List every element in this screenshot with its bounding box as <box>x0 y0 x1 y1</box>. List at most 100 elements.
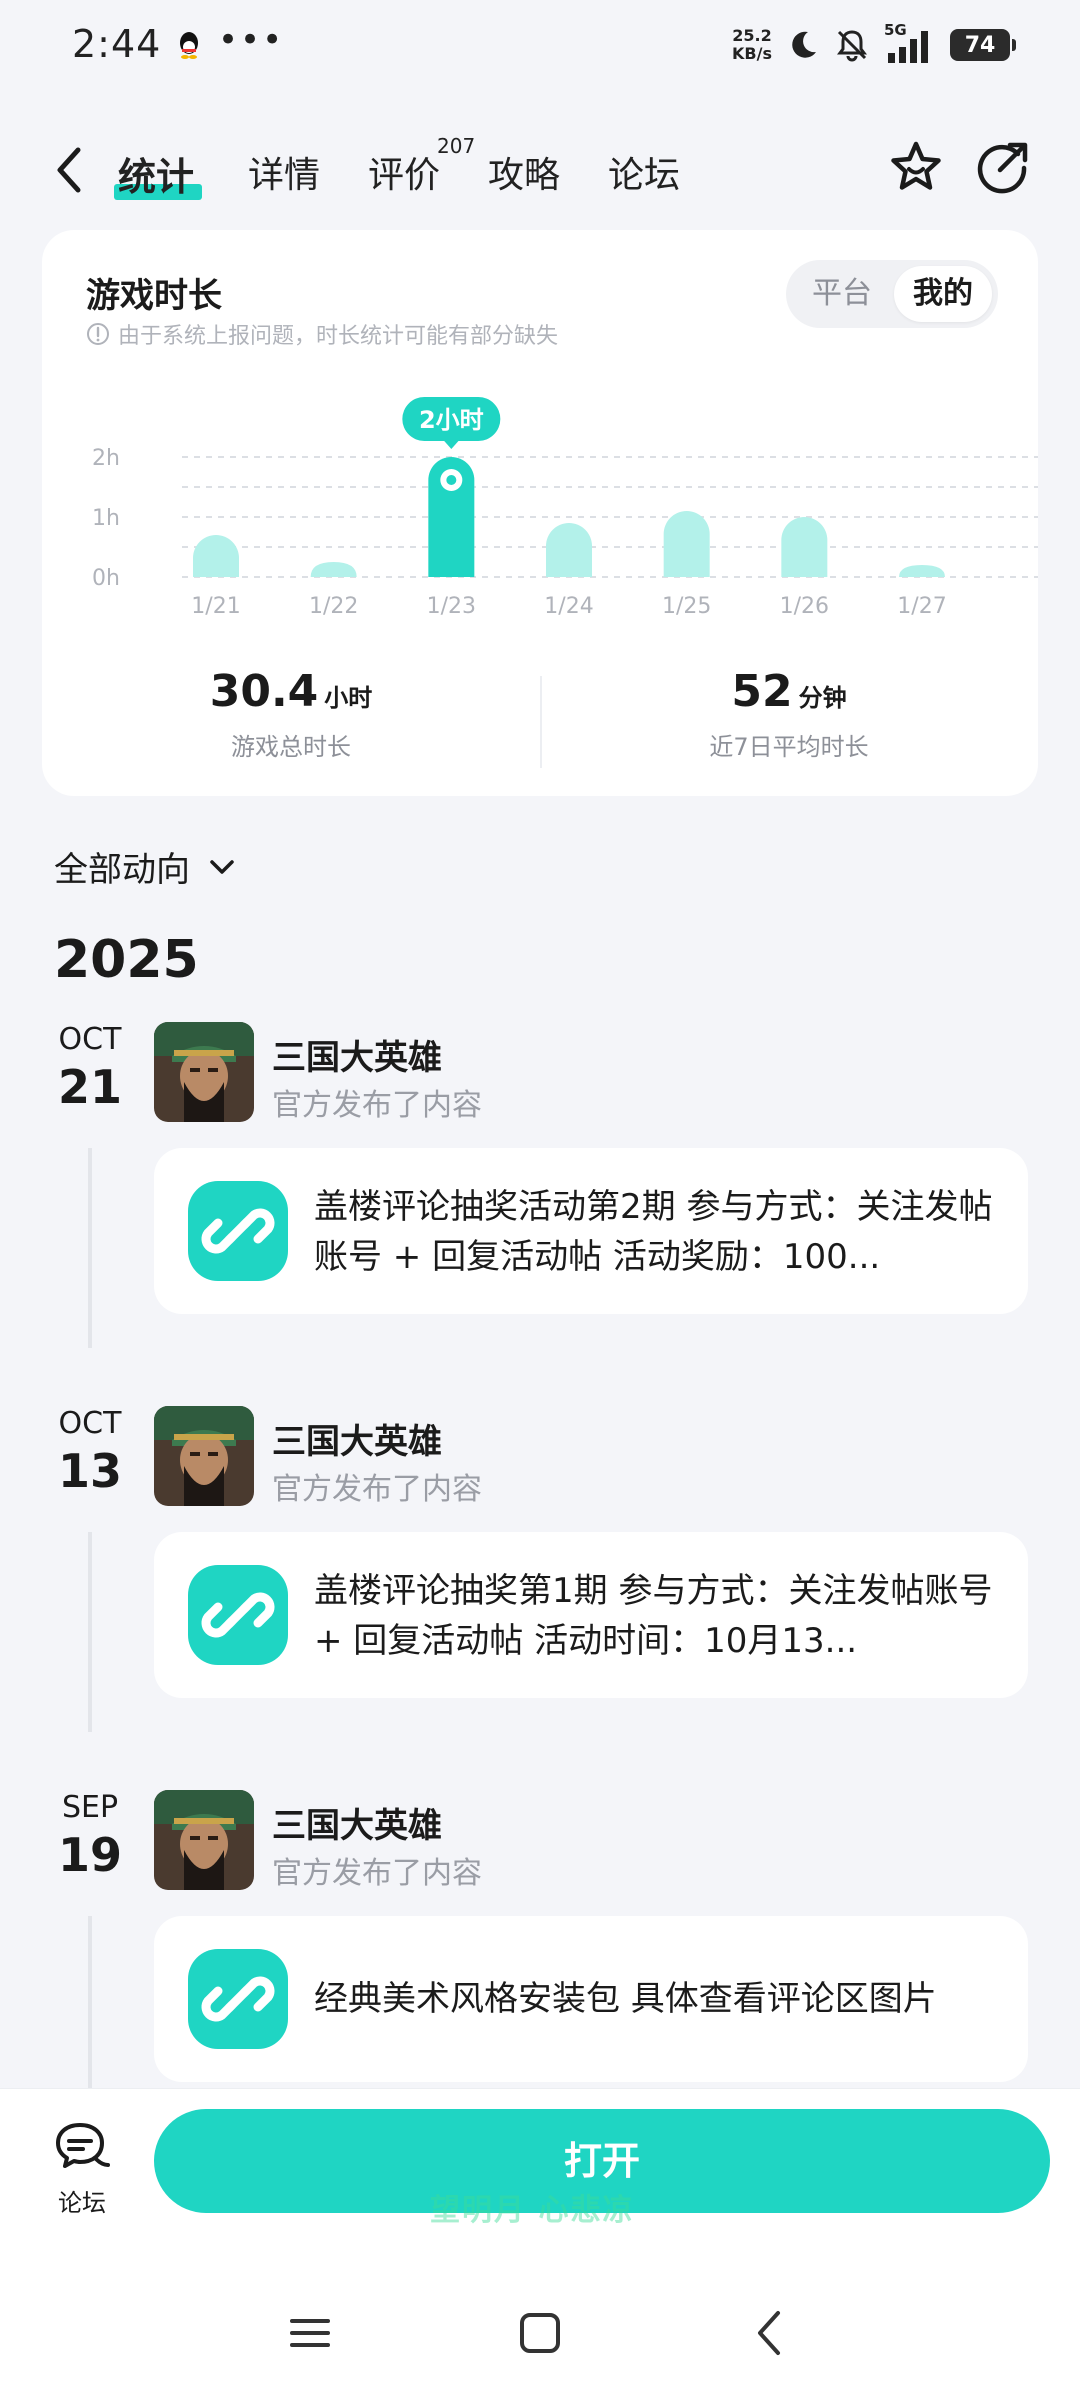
activity-filter-label: 全部动向 <box>54 850 190 890</box>
total-time-label: 游戏总时长 <box>231 733 351 761</box>
highlight-point-center <box>446 475 457 485</box>
x-tick-label: 1/21 <box>191 594 240 619</box>
chain-link-icon <box>201 1592 275 1638</box>
timeline-line <box>88 1916 92 2116</box>
x-tick-label: 1/23 <box>427 594 476 619</box>
chain-link-icon <box>201 1208 275 1254</box>
card-note: 由于系统上报问题，时长统计可能有部分缺失 <box>86 318 558 350</box>
x-tick-label: 1/24 <box>544 594 593 619</box>
net-speed: 25.2 KB/s <box>732 27 772 63</box>
date-day: 21 <box>57 1060 122 1114</box>
y-tick-label: 1h <box>92 506 120 531</box>
x-tick-label: 1/27 <box>897 594 946 619</box>
timeline-line <box>88 1148 92 1348</box>
reviews-count-badge: 207 <box>437 134 476 158</box>
date-month: OCT <box>58 1022 122 1057</box>
home-icon[interactable] <box>520 2313 560 2353</box>
status-bar: 2:44 ••• 25.2 KB/s 5G 74 <box>0 0 1080 100</box>
chart-bar[interactable] <box>546 523 592 577</box>
link-icon <box>188 1181 288 1281</box>
game-avatar[interactable] <box>154 1022 254 1122</box>
chart-bar[interactable] <box>310 562 357 577</box>
game-name[interactable]: 三国大英雄 <box>272 1798 442 1847</box>
back-icon[interactable] <box>50 142 90 198</box>
chart-bar[interactable] <box>899 565 945 577</box>
play-time-card: 游戏时长 由于系统上报问题，时长统计可能有部分缺失 平台 我的 0h 1h 2h 1/… <box>42 230 1038 796</box>
post-action: 官方发布了内容 <box>272 1472 482 1507</box>
forum-button[interactable]: 论坛 <box>44 2119 120 2229</box>
share-icon[interactable] <box>970 136 1034 200</box>
nav-back-icon[interactable] <box>758 2311 780 2355</box>
qq-icon <box>180 32 198 59</box>
timeline-line <box>88 1532 92 1732</box>
y-tick-label: 2h <box>92 446 120 471</box>
favorite-star-icon[interactable] <box>884 136 948 200</box>
average-time-value: 52 <box>731 666 793 717</box>
average-time-unit: 分钟 <box>798 684 847 712</box>
info-icon <box>87 323 109 345</box>
bottom-action-bar: 论坛 打开 望明月 心悲凉 <box>0 2088 1080 2400</box>
post-card[interactable]: 盖楼评论抽奖活动第2期 参与方式：关注发帖账号 + 回复活动帖 活动奖励：100… <box>154 1148 1028 1314</box>
moon-icon <box>792 31 816 58</box>
chart-bar[interactable] <box>193 535 239 577</box>
tooltip-tail <box>443 440 460 449</box>
tab-details[interactable]: 详情 <box>248 146 320 198</box>
link-icon <box>188 1949 288 2049</box>
total-time-stat: 30.4 小时 游戏总时长 <box>42 666 540 762</box>
feed-item: SEP 19 三国大英雄 官方发布了内容 经典美术风格安装包 具体查看评论区图片 <box>0 1790 1080 2116</box>
total-time-value: 30.4 <box>209 666 319 717</box>
menu-icon[interactable] <box>290 2319 330 2347</box>
year-heading: 2025 <box>54 930 199 990</box>
post-card[interactable]: 经典美术风格安装包 具体查看评论区图片 <box>154 1916 1028 2082</box>
scope-toggle: 平台 我的 <box>786 260 998 328</box>
status-time: 2:44 <box>72 22 162 66</box>
net-speed-value: 25.2 <box>732 26 772 45</box>
feed-item: OCT 13 三国大英雄 官方发布了内容 盖楼评论抽奖第1期 参与方式：关注发帖… <box>0 1406 1080 1732</box>
scope-platform-option[interactable]: 平台 <box>794 266 890 322</box>
total-time-unit: 小时 <box>324 684 373 712</box>
average-time-stat: 52 分钟 近7日平均时长 <box>540 666 1038 762</box>
game-avatar[interactable] <box>154 1790 254 1890</box>
system-nav-bar <box>290 2311 780 2355</box>
more-notifications-icon: ••• <box>218 20 285 60</box>
signal-icon: 5G <box>884 21 936 65</box>
x-tick-label: 1/22 <box>309 594 358 619</box>
post-text: 盖楼评论抽奖活动第2期 参与方式：关注发帖账号 + 回复活动帖 活动奖励：100… <box>314 1187 993 1277</box>
top-nav: 统计 详情 评价 207 攻略 论坛 <box>0 120 1080 220</box>
watermark-text: 望明月 心悲凉 <box>430 2193 635 2228</box>
game-name[interactable]: 三国大英雄 <box>272 1030 442 1079</box>
link-icon <box>188 1565 288 1665</box>
post-action: 官方发布了内容 <box>272 1088 482 1123</box>
y-tick-label: 0h <box>92 566 120 591</box>
highlight-label: 2小时 <box>419 406 484 434</box>
feed-item: OCT 21 三国大英雄 官方发布了内容 盖楼评论抽奖活动第2期 参与方式：关注… <box>0 1022 1080 1348</box>
post-text: 经典美术风格安装包 具体查看评论区图片 <box>314 1979 937 2019</box>
post-card[interactable]: 盖楼评论抽奖第1期 参与方式：关注发帖账号 + 回复活动帖 活动时间：10月13… <box>154 1532 1028 1698</box>
card-title: 游戏时长 <box>86 276 222 316</box>
tab-reviews[interactable]: 评价 <box>368 146 440 198</box>
scope-mine-option[interactable]: 我的 <box>894 266 992 322</box>
chart-bar[interactable] <box>781 517 828 577</box>
game-name[interactable]: 三国大英雄 <box>272 1414 442 1463</box>
date-month: SEP <box>61 1790 119 1825</box>
forum-chat-icon <box>56 2123 110 2168</box>
chart-bar[interactable] <box>663 511 710 577</box>
chevron-down-icon <box>210 859 234 874</box>
date-day: 13 <box>57 1444 122 1498</box>
status-icons: 25.2 KB/s 5G 74 <box>732 21 1016 68</box>
date-month: OCT <box>58 1406 122 1441</box>
tab-stats[interactable]: 统计 <box>118 146 194 201</box>
battery-icon: 74 <box>950 29 1016 61</box>
game-portrait-icon <box>154 1406 254 1506</box>
game-portrait-icon <box>154 1790 254 1890</box>
x-tick-label: 1/26 <box>780 594 829 619</box>
activity-filter[interactable]: 全部动向 <box>54 842 238 891</box>
x-tick-label: 1/25 <box>662 594 711 619</box>
play-time-chart: 0h 1h 2h 1/21 1/22 1/23 2小时 1/24 1/25 1/26 1/27 <box>92 397 1038 619</box>
post-action: 官方发布了内容 <box>272 1856 482 1891</box>
bell-muted-icon <box>837 30 867 62</box>
post-text: 盖楼评论抽奖第1期 参与方式：关注发帖账号 + 回复活动帖 活动时间：10月13… <box>314 1571 993 1661</box>
tab-guides[interactable]: 攻略 <box>488 146 560 198</box>
game-avatar[interactable] <box>154 1406 254 1506</box>
tab-forum[interactable]: 论坛 <box>608 146 680 198</box>
